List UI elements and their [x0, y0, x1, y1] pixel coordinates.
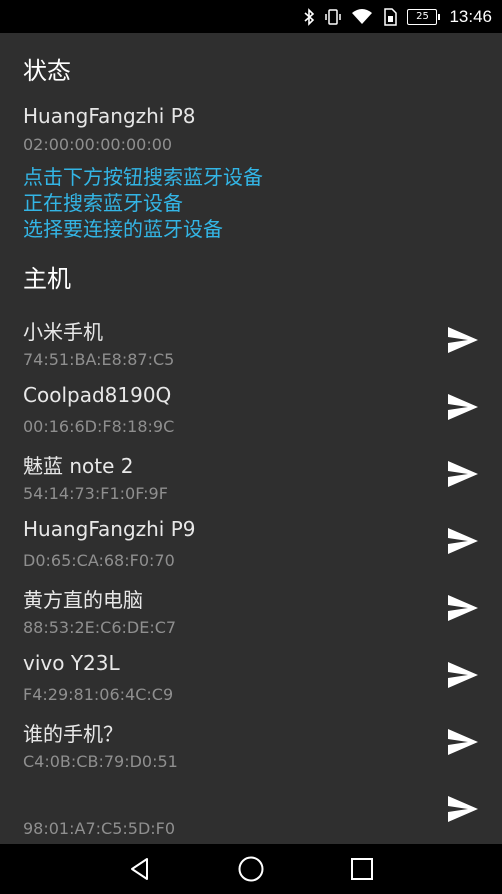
device-name: 魅蓝 note 2	[23, 454, 134, 478]
device-row[interactable]: 谁的手机？ C4:0B:CB:79:D0:51	[0, 718, 502, 785]
device-row[interactable]: Coolpad8190Q 00:16:6D:F8:18:9C	[0, 383, 502, 450]
device-name: 小米手机	[23, 320, 103, 344]
send-icon[interactable]	[446, 727, 480, 757]
bluetooth-icon	[303, 7, 315, 26]
hint-searching: 正在搜索蓝牙设备	[23, 191, 183, 215]
device-address: F4:29:81:06:4C:C9	[23, 685, 174, 704]
device-row[interactable]: 黄方直的电脑 88:53:2E:C6:DE:C7	[0, 584, 502, 651]
local-device-address: 02:00:00:00:00:00	[23, 135, 173, 154]
device-address: 00:16:6D:F8:18:9C	[23, 417, 175, 436]
navigation-bar	[0, 844, 502, 894]
device-address: C4:0B:CB:79:D0:51	[23, 752, 178, 771]
device-name: Coolpad8190Q	[23, 383, 172, 407]
device-row[interactable]: 魅蓝 note 2 54:14:73:F1:0F:9F	[0, 450, 502, 517]
device-row[interactable]: vivo Y23L F4:29:81:06:4C:C9	[0, 651, 502, 718]
clock: 13:46	[449, 6, 492, 26]
home-button[interactable]	[221, 844, 281, 894]
device-row[interactable]: 98:01:A7:C5:5D:F0	[0, 785, 502, 852]
sim-icon	[382, 7, 398, 26]
send-icon[interactable]	[446, 794, 480, 824]
send-icon[interactable]	[446, 526, 480, 556]
back-icon	[131, 858, 148, 880]
hint-select-device: 选择要连接的蓝牙设备	[23, 217, 223, 241]
home-icon	[238, 856, 264, 882]
send-icon[interactable]	[446, 392, 480, 422]
wifi-icon	[351, 8, 373, 26]
status-section-title: 状态	[23, 57, 71, 85]
device-row[interactable]: 小米手机 74:51:BA:E8:87:C5	[0, 316, 502, 383]
send-icon[interactable]	[446, 325, 480, 355]
hint-search-button: 点击下方按钮搜索蓝牙设备	[23, 165, 263, 189]
send-icon[interactable]	[446, 459, 480, 489]
send-icon[interactable]	[446, 593, 480, 623]
status-icons: 25 13:46	[303, 0, 492, 33]
local-device-name: HuangFangzhi P8	[23, 104, 196, 128]
host-section-title: 主机	[23, 265, 71, 293]
recents-button[interactable]	[332, 844, 392, 894]
status-bar: 25 13:46	[0, 0, 502, 33]
device-address: 74:51:BA:E8:87:C5	[23, 350, 175, 369]
device-name: vivo Y23L	[23, 651, 120, 675]
device-row[interactable]: HuangFangzhi P9 D0:65:CA:68:F0:70	[0, 517, 502, 584]
device-address: D0:65:CA:68:F0:70	[23, 551, 175, 570]
vibrate-icon	[324, 8, 342, 26]
recents-icon	[351, 858, 373, 880]
battery-icon: 25	[407, 8, 441, 25]
main-content: 状态 HuangFangzhi P8 02:00:00:00:00:00 点击下…	[0, 33, 502, 844]
device-name: HuangFangzhi P9	[23, 517, 196, 541]
send-icon[interactable]	[446, 660, 480, 690]
device-name: 谁的手机？	[23, 722, 123, 746]
back-button[interactable]	[110, 844, 170, 894]
device-address: 54:14:73:F1:0F:9F	[23, 484, 168, 503]
device-address: 88:53:2E:C6:DE:C7	[23, 618, 177, 637]
device-address: 98:01:A7:C5:5D:F0	[23, 819, 176, 838]
battery-level: 25	[407, 8, 438, 25]
device-name: 黄方直的电脑	[23, 588, 143, 612]
